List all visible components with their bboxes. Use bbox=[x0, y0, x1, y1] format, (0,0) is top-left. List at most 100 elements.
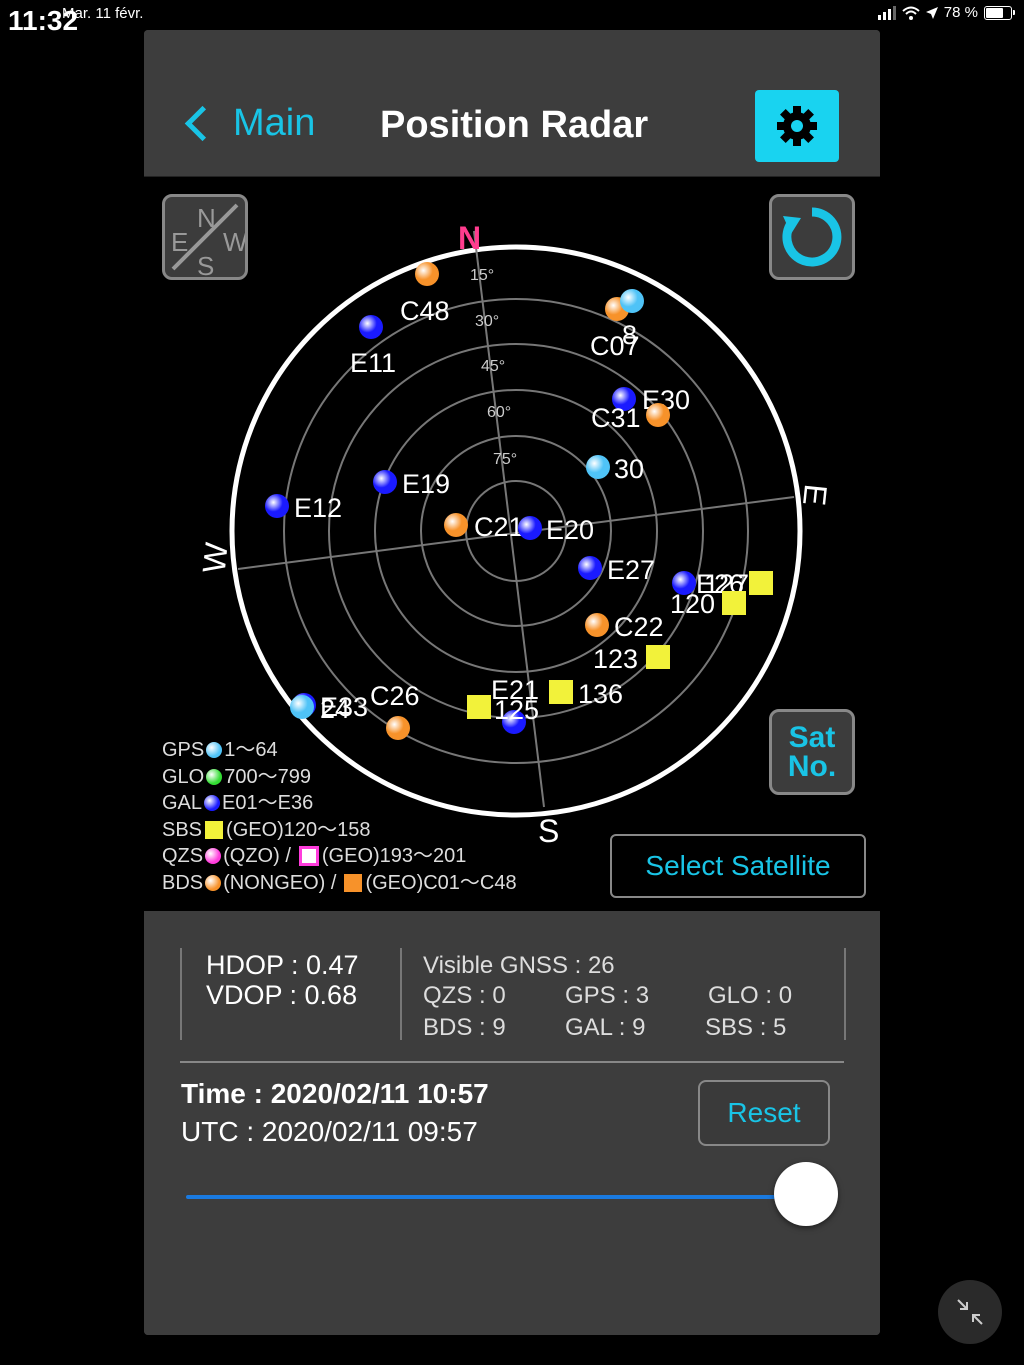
satellite-marker[interactable] bbox=[359, 315, 383, 339]
gal-dot-icon bbox=[204, 795, 221, 812]
legend-qzs-range: (GEO)193～201 bbox=[321, 845, 467, 867]
time-slider-track[interactable] bbox=[186, 1195, 806, 1199]
legend-gps-range: 1～64 bbox=[224, 739, 278, 761]
satellite-marker[interactable] bbox=[265, 494, 289, 518]
gps-count: GPS : 3 bbox=[565, 982, 650, 1009]
sat-no-label: Sat No. bbox=[787, 721, 837, 783]
divider-right bbox=[844, 948, 846, 1040]
reset-button[interactable]: Reset bbox=[698, 1080, 830, 1146]
legend-bds-range: (GEO)C01～C48 bbox=[365, 871, 517, 894]
qzs-count: QZS : 0 bbox=[423, 982, 506, 1009]
satellite-marker[interactable] bbox=[549, 680, 573, 704]
legend: GPS 1～64 GLO 700～799 GAL E01～E36 SBS (GEO)12… bbox=[162, 737, 517, 896]
back-button[interactable]: Main bbox=[182, 102, 315, 145]
legend-qzs-name: QZS bbox=[162, 845, 204, 867]
satellite-label: C31 bbox=[591, 403, 641, 433]
north-label: N bbox=[458, 220, 481, 256]
satellite-label: 8 bbox=[622, 320, 637, 350]
satellite-marker[interactable] bbox=[646, 645, 670, 669]
satellite-marker[interactable] bbox=[749, 571, 773, 595]
legend-sbs-name: SBS bbox=[162, 818, 203, 841]
legend-sbs-range: (GEO)120～158 bbox=[226, 818, 371, 841]
vdop-value: VDOP : 0.68 bbox=[206, 980, 358, 1010]
glo-count: GLO : 0 bbox=[708, 982, 793, 1009]
sat-no-line2: No. bbox=[787, 750, 837, 783]
refresh-button[interactable] bbox=[769, 194, 855, 280]
legend-gal-name: GAL bbox=[162, 792, 203, 814]
settings-button[interactable] bbox=[755, 90, 839, 162]
wifi-icon bbox=[902, 6, 920, 20]
compass-toggle-button[interactable]: N E S W bbox=[162, 194, 248, 280]
satellite-label: 24 bbox=[320, 694, 350, 724]
status-date: Mar. 11 févr. bbox=[62, 5, 144, 22]
satellite-label: C48 bbox=[400, 296, 450, 326]
sat-no-line1: Sat bbox=[788, 721, 836, 754]
east-label: E bbox=[796, 482, 834, 507]
satellite-marker[interactable] bbox=[518, 516, 542, 540]
satellite-marker[interactable] bbox=[585, 613, 609, 637]
gear-icon bbox=[777, 106, 817, 146]
satellite-label: E12 bbox=[294, 493, 342, 523]
satellite-label: C26 bbox=[370, 681, 420, 711]
satellite-24[interactable]: 24 bbox=[290, 694, 350, 724]
legend-gal-range: E01～E36 bbox=[222, 792, 314, 814]
divider-mid bbox=[400, 948, 402, 1040]
signal-icon bbox=[877, 5, 896, 20]
satellite-marker[interactable] bbox=[620, 289, 644, 313]
svg-text:E: E bbox=[171, 227, 188, 257]
satellite-marker[interactable] bbox=[290, 695, 314, 719]
satellite-120[interactable]: 120 bbox=[670, 589, 746, 619]
legend-glo-name: GLO bbox=[162, 765, 205, 788]
west-label: W bbox=[196, 540, 235, 575]
elev-60-label: 60° bbox=[487, 404, 511, 421]
bds-dot-icon bbox=[205, 874, 222, 891]
time-slider-thumb[interactable] bbox=[774, 1162, 838, 1226]
dop-values: HDOP : 0.47 VDOP : 0.68 bbox=[206, 950, 359, 1010]
satellite-label: E27 bbox=[607, 555, 655, 585]
main-panel: Main Position Radar 15° 30° 45° 60° 75° … bbox=[144, 30, 880, 1335]
satellite-label: E20 bbox=[546, 515, 594, 545]
qzs-dot-icon bbox=[205, 848, 222, 865]
elev-75-label: 75° bbox=[493, 451, 517, 468]
satellite-label: 120 bbox=[670, 589, 715, 619]
satellite-marker[interactable] bbox=[467, 695, 491, 719]
svg-text:S: S bbox=[197, 251, 214, 277]
elev-45-label: 45° bbox=[481, 358, 505, 375]
info-section: HDOP : 0.47 VDOP : 0.68 Visible GNSS : 2… bbox=[144, 912, 880, 1335]
legend-bds: BDS (NONGEO) / (GEO)C01～C48 bbox=[162, 870, 517, 897]
back-label: Main bbox=[233, 102, 316, 144]
satellite-marker[interactable] bbox=[444, 513, 468, 537]
legend-qzs: QZS (QZO) / (GEO)193～201 bbox=[162, 843, 517, 870]
satellite-marker[interactable] bbox=[578, 556, 602, 580]
bds-square-icon bbox=[344, 873, 363, 892]
legend-gps-name: GPS bbox=[162, 739, 205, 761]
satellite-label: 30 bbox=[614, 454, 644, 484]
satellite-marker[interactable] bbox=[722, 591, 746, 615]
sat-number-toggle-button[interactable]: Sat No. bbox=[769, 709, 855, 795]
legend-bds-nongeo: (NONGEO) / bbox=[223, 871, 337, 894]
select-satellite-button[interactable]: Select Satellite bbox=[610, 834, 866, 898]
radar-area: 15° 30° 45° 60° 75° N E S W C48 E11 C07 8 E3… bbox=[144, 177, 880, 911]
satellite-label: E11 bbox=[350, 348, 396, 378]
legend-bds-name: BDS bbox=[162, 871, 204, 894]
legend-glo: GLO 700～799 bbox=[162, 764, 517, 791]
legend-qzs-qzo: (QZO) / bbox=[223, 845, 291, 867]
gal-count: GAL : 9 bbox=[565, 1014, 646, 1041]
satellite-marker[interactable] bbox=[373, 470, 397, 494]
legend-gal: GAL E01～E36 bbox=[162, 790, 517, 817]
chevron-left-icon bbox=[184, 105, 221, 142]
minimize-button[interactable] bbox=[938, 1280, 1002, 1344]
satellite-label: E19 bbox=[402, 469, 450, 499]
sbs-square-icon bbox=[205, 820, 224, 839]
satellite-label: C22 bbox=[614, 612, 664, 642]
battery-icon bbox=[984, 5, 1015, 20]
divider-left bbox=[180, 948, 182, 1040]
hdop-value: HDOP : 0.47 bbox=[206, 950, 359, 980]
satellite-marker[interactable] bbox=[646, 403, 670, 427]
local-time: Time : 2020/02/11 10:57 bbox=[181, 1078, 489, 1109]
location-arrow-icon bbox=[925, 6, 938, 19]
collapse-arrows-icon bbox=[957, 1299, 983, 1325]
satellite-marker[interactable] bbox=[586, 455, 610, 479]
compass-disabled-icon: N E S W bbox=[171, 203, 245, 277]
satellite-marker[interactable] bbox=[415, 262, 439, 286]
